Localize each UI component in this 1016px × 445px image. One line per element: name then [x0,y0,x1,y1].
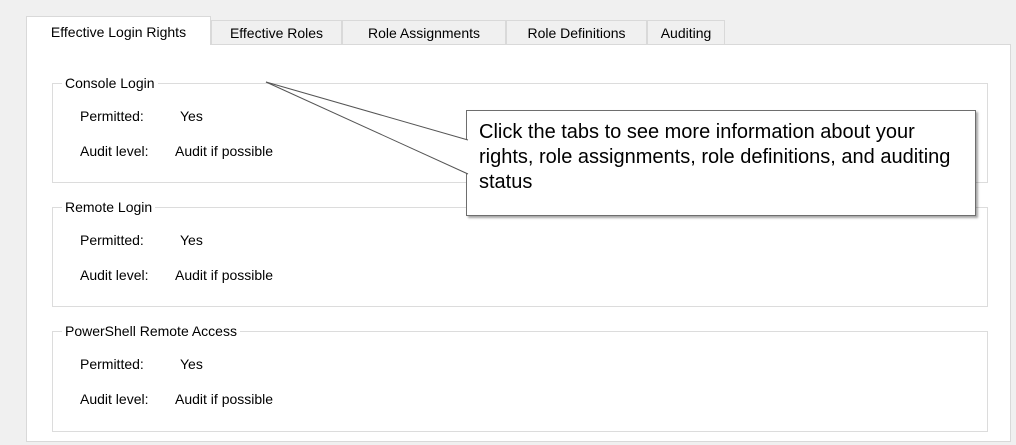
remote-audit-row: Audit level: Audit if possible [80,266,273,284]
remote-permitted-row: Permitted: Yes [80,231,203,249]
console-audit-row: Audit level: Audit if possible [80,142,273,160]
tab-effective-login-rights[interactable]: Effective Login Rights [26,16,211,45]
audit-level-value: Audit if possible [175,267,274,283]
tab-panel: Console Login Permitted: Yes Audit level… [26,44,1011,442]
permitted-label: Permitted: [80,108,144,124]
console-login-title: Console Login [62,74,158,92]
powershell-remote-access-group: PowerShell Remote Access Permitted: Yes … [52,322,988,432]
permitted-value: Yes [180,232,203,248]
audit-level-label: Audit level: [80,143,149,159]
audit-level-value: Audit if possible [175,143,274,159]
permitted-label: Permitted: [80,356,144,372]
tab-role-definitions[interactable]: Role Definitions [506,20,647,44]
tab-auditing[interactable]: Auditing [647,20,725,44]
audit-level-label: Audit level: [80,267,149,283]
console-permitted-row: Permitted: Yes [80,107,203,125]
powershell-audit-row: Audit level: Audit if possible [80,390,273,408]
permitted-label: Permitted: [80,232,144,248]
tab-role-assignments[interactable]: Role Assignments [342,20,506,44]
tab-effective-roles[interactable]: Effective Roles [211,20,342,44]
permitted-value: Yes [180,356,203,372]
audit-level-label: Audit level: [80,391,149,407]
remote-login-group: Remote Login Permitted: Yes Audit level:… [52,198,988,307]
powershell-remote-access-title: PowerShell Remote Access [62,322,240,340]
audit-level-value: Audit if possible [175,391,274,407]
permitted-value: Yes [180,108,203,124]
remote-login-title: Remote Login [62,198,156,216]
powershell-permitted-row: Permitted: Yes [80,355,203,373]
tooltip-callout: Click the tabs to see more information a… [466,110,976,216]
